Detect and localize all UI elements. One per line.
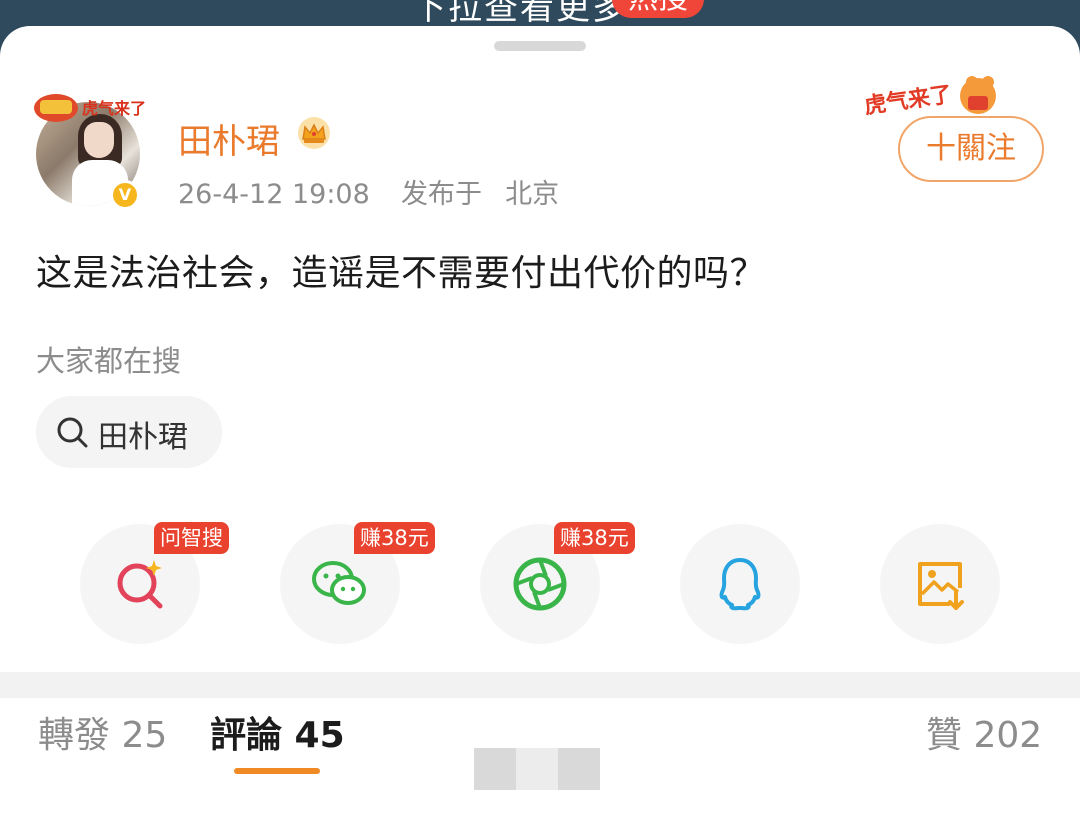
ai-search-tag: 问智搜 (154, 522, 229, 554)
active-tab-indicator (234, 768, 320, 774)
username[interactable]: 田朴珺 (178, 114, 280, 163)
svg-text:虎气来了: 虎气来了 (864, 81, 953, 119)
post-content: 这是法治社会，造谣是不需要付出代价的吗？ (36, 253, 767, 294)
follow-button[interactable]: 十關注 (898, 116, 1044, 182)
tab-comment[interactable]: 評論 45 (210, 706, 345, 758)
share-qq-button[interactable] (680, 524, 800, 644)
wechat-icon (312, 561, 366, 605)
section-divider (0, 672, 1080, 698)
svg-text:虎气来了: 虎气来了 (82, 99, 146, 118)
tiger-sticker-icon: 虎气来了 (864, 76, 996, 119)
avatar[interactable]: 虎气来了 V (34, 88, 146, 212)
pull-more-text: 下拉查看更多 (412, 0, 628, 28)
everyone-searching-label: 大家都在搜 (36, 344, 182, 378)
crown-icon (298, 117, 330, 149)
post-location: 北京 (505, 179, 560, 210)
wechat-reward-tag: 赚38元 (354, 522, 435, 554)
moments-icon (513, 557, 567, 611)
qq-icon (719, 558, 761, 611)
drag-handle[interactable] (494, 41, 586, 51)
hot-search-badge[interactable]: 热搜 (612, 0, 704, 18)
moments-reward-tag: 赚38元 (554, 522, 635, 554)
verified-badge: V (110, 180, 140, 210)
post-timestamp: 26-4-12 19:08 (178, 179, 370, 210)
published-prefix: 发布于 (400, 179, 482, 210)
mosaic-watermark (474, 748, 644, 790)
search-chip[interactable]: 田朴珺 (36, 396, 222, 468)
tab-repost[interactable]: 轉發 25 (38, 706, 167, 758)
post-meta: 26-4-12 19:08 发布于 北京 (178, 172, 559, 211)
ai-search-icon (117, 560, 163, 609)
tiger-year-frame-icon: 虎气来了 (34, 94, 146, 122)
save-image-icon (918, 562, 964, 610)
search-chip-label: 田朴珺 (98, 420, 188, 455)
save-image-button[interactable] (880, 524, 1000, 644)
tab-like[interactable]: 贊 202 (926, 706, 1042, 758)
search-icon (57, 417, 88, 448)
